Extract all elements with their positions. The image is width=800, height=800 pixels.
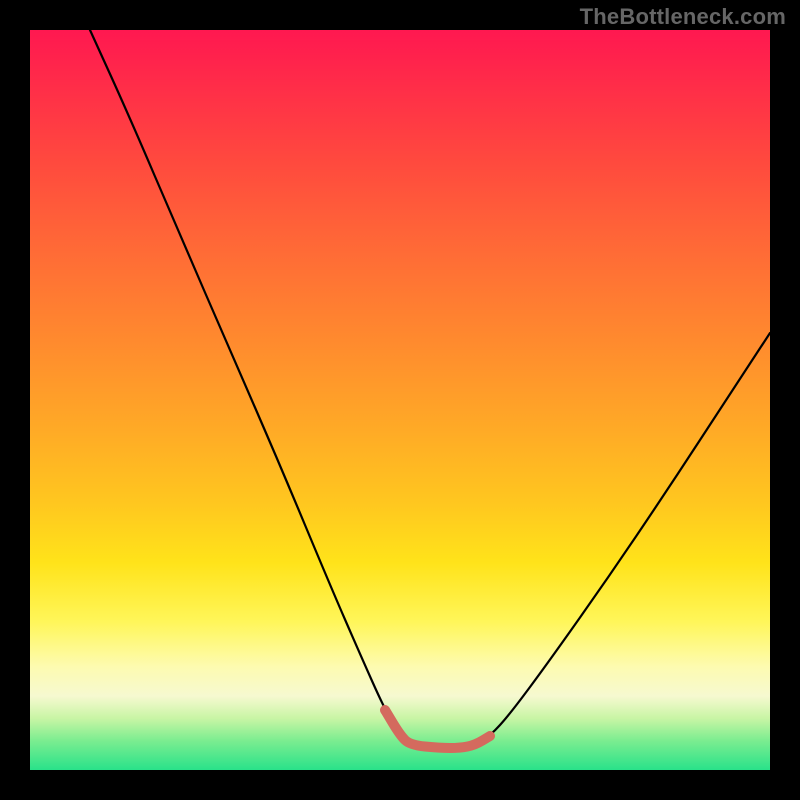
bottleneck-curve [90, 30, 770, 748]
minimum-highlight [385, 710, 490, 748]
chart-frame: TheBottleneck.com [0, 0, 800, 800]
plot-area [30, 30, 770, 770]
curve-svg [30, 30, 770, 770]
watermark-text: TheBottleneck.com [580, 4, 786, 30]
